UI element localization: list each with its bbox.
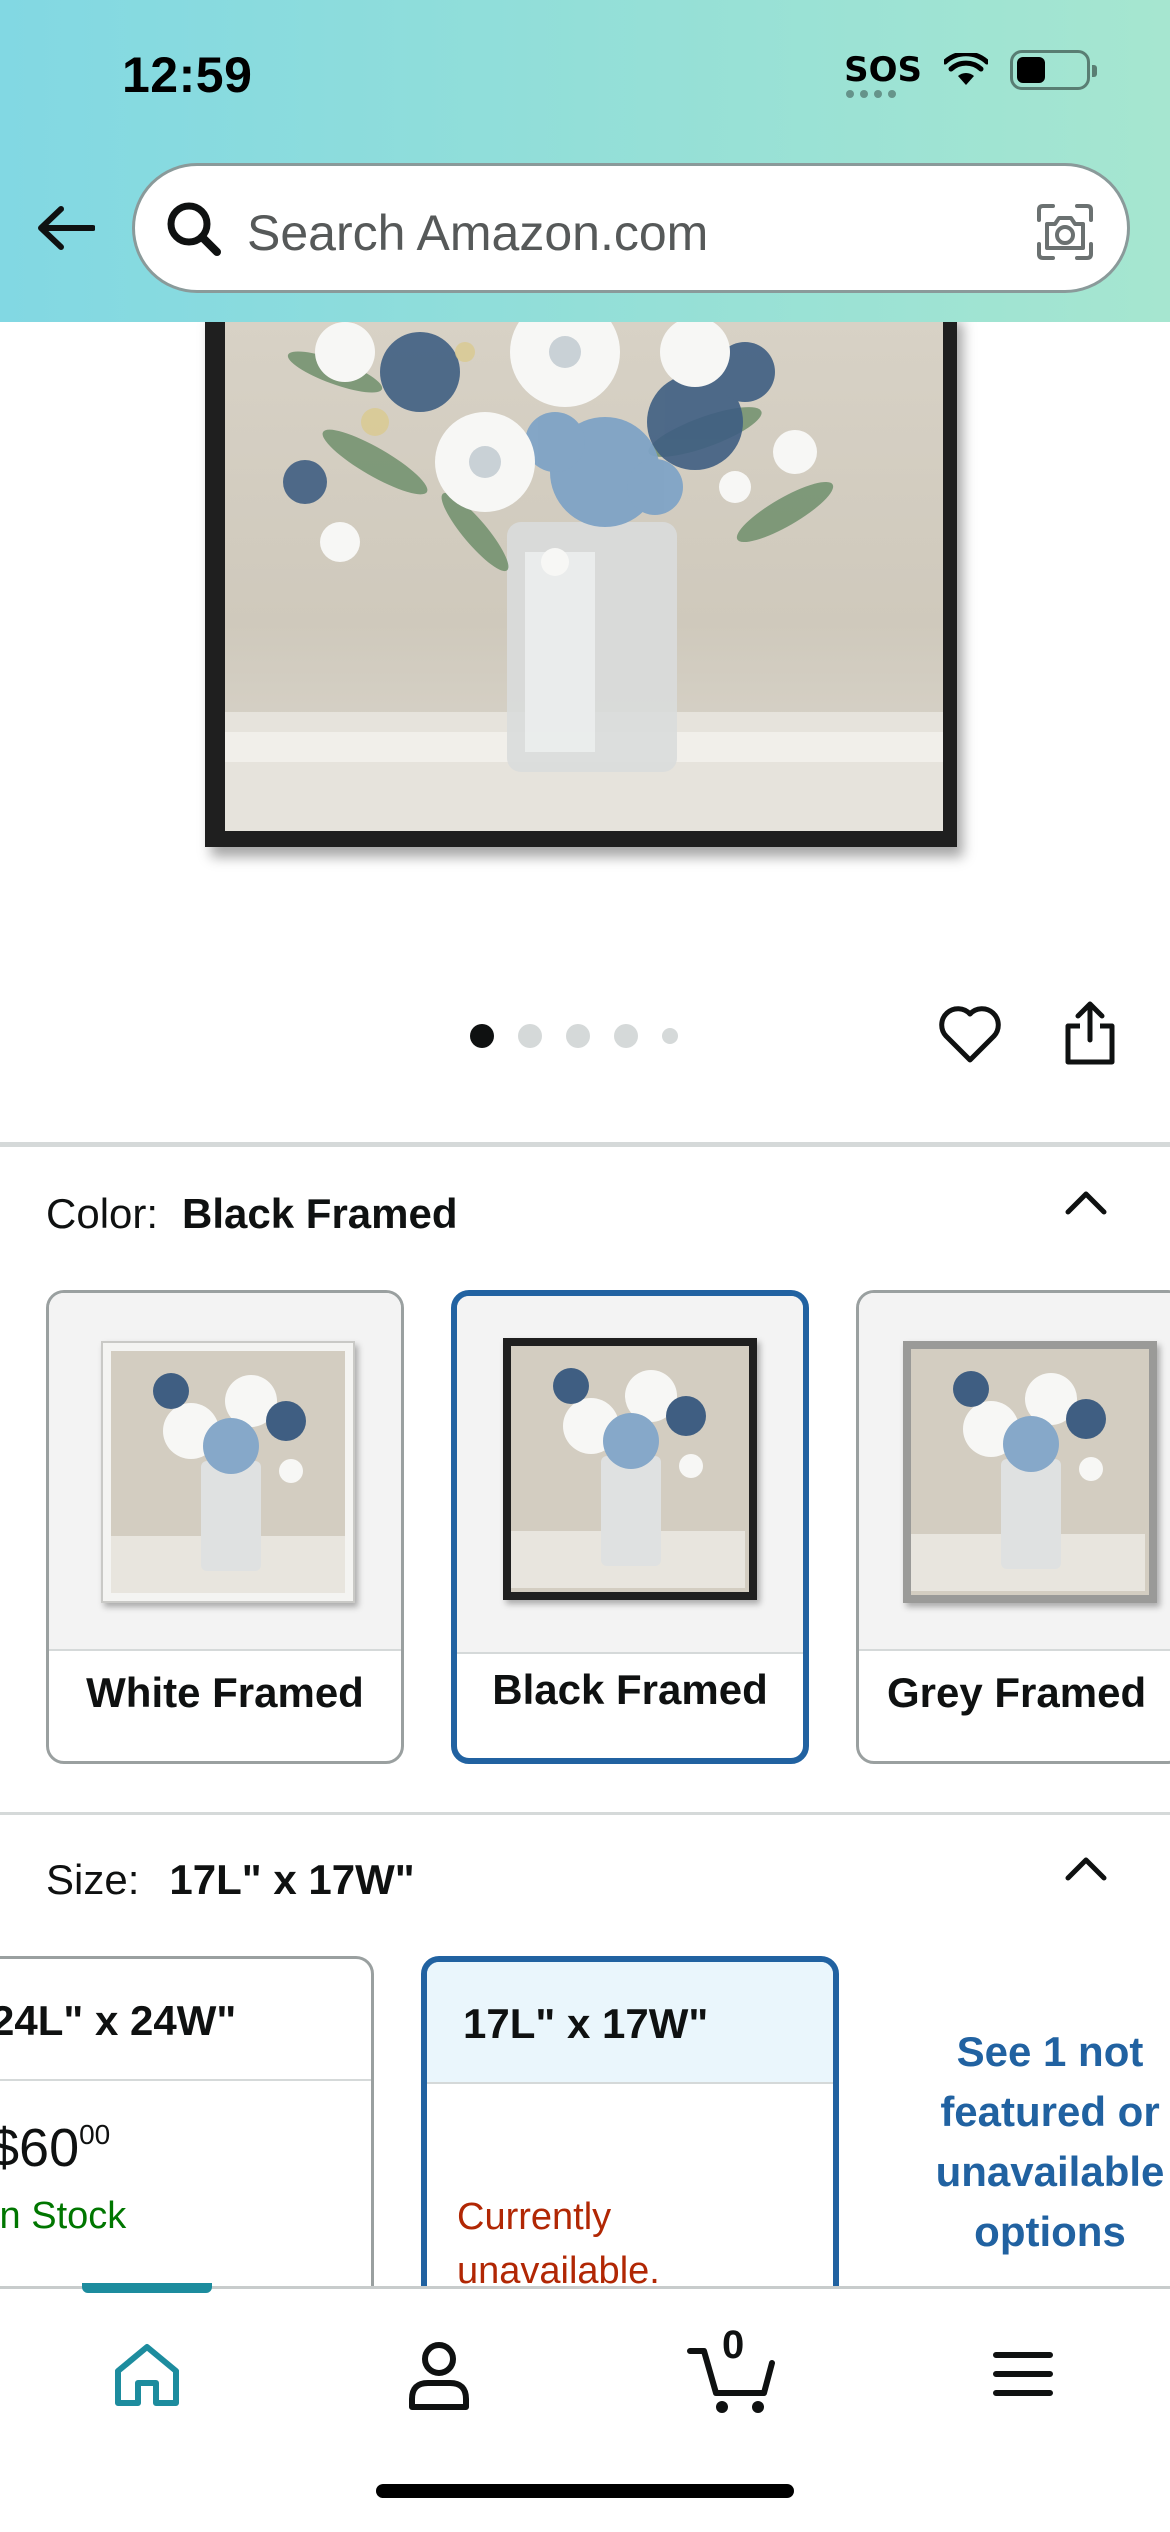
price-whole: $60 (0, 2118, 80, 2178)
size-option-price: $6000 (0, 2117, 110, 2179)
battery-icon (1010, 50, 1097, 90)
size-option-label: 17L" x 17W" (427, 1962, 833, 2084)
sos-indicator: SOS (844, 50, 922, 98)
section-divider (0, 1812, 1170, 1815)
price-fraction: 00 (79, 2119, 111, 2150)
color-option-grey-framed[interactable]: Grey Framed (856, 1290, 1170, 1764)
color-option-label: Grey Framed (887, 1669, 1147, 1716)
carousel-dot[interactable] (518, 1024, 542, 1048)
chevron-up-icon (1065, 1857, 1107, 1881)
search-placeholder: Search Amazon.com (247, 205, 709, 261)
share-button[interactable] (1062, 1000, 1126, 1070)
color-label: Color: (46, 1190, 159, 1237)
availability-unavailable: Currently unavailable. (457, 2196, 660, 2292)
wifi-icon (944, 53, 988, 85)
sos-label: SOS (844, 50, 922, 90)
color-selected-value: Black Framed (182, 1190, 458, 1237)
color-option-label: White Framed (86, 1669, 364, 1716)
grey-framed-thumbnail (903, 1341, 1157, 1603)
size-section-header: Size: 17L" x 17W" (46, 1856, 415, 1904)
section-divider (0, 1142, 1170, 1147)
status-time: 12:59 (122, 47, 253, 103)
carousel-dot[interactable] (614, 1024, 638, 1048)
carousel-dot[interactable] (470, 1024, 494, 1048)
nav-menu[interactable] (978, 2329, 1068, 2419)
color-option-white-framed[interactable]: White Framed (46, 1290, 404, 1764)
camera-search-icon[interactable] (1033, 200, 1097, 264)
framed-painting (205, 312, 957, 847)
white-framed-thumbnail (101, 1341, 355, 1603)
nav-cart[interactable]: 0 (684, 2323, 784, 2419)
product-image[interactable] (0, 312, 1170, 1002)
chevron-up-icon (1065, 1191, 1107, 1215)
black-framed-thumbnail (503, 1338, 757, 1600)
color-option-label: Black Framed (492, 1666, 768, 1713)
home-indicator (376, 2484, 794, 2498)
carousel-dot[interactable] (566, 1024, 590, 1048)
image-carousel-indicator (470, 1024, 678, 1048)
back-arrow-icon (38, 206, 95, 250)
nav-home[interactable] (102, 2329, 192, 2419)
status-indicators: SOS (844, 50, 1097, 98)
home-icon (115, 2344, 179, 2406)
add-to-list-button[interactable] (938, 1004, 1002, 1068)
collapse-size-button[interactable] (1062, 1850, 1110, 1886)
share-icon (1065, 1001, 1115, 1065)
carousel-dot[interactable] (662, 1028, 678, 1044)
heart-icon (939, 1006, 1001, 1063)
floral-painting-illustration (225, 312, 943, 831)
nav-account[interactable] (394, 2329, 484, 2419)
active-tab-indicator (82, 2283, 212, 2293)
collapse-color-button[interactable] (1062, 1184, 1110, 1220)
cart-count-badge: 0 (722, 2323, 745, 2367)
color-option-black-framed[interactable]: Black Framed (451, 1290, 809, 1764)
search-icon (161, 196, 231, 266)
size-option-label: 24L" x 24W" (0, 1959, 371, 2081)
size-label: Size: (46, 1856, 140, 1903)
back-button[interactable] (34, 196, 98, 260)
color-section-header: Color: Black Framed (46, 1190, 458, 1238)
person-icon (409, 2342, 469, 2410)
see-unavailable-options-link[interactable]: See 1 not featured or unavailable option… (900, 2022, 1170, 2262)
app-header: 12:59 SOS Search Amazon.com (0, 0, 1170, 322)
availability-in-stock: In Stock (0, 2195, 127, 2237)
hamburger-menu-icon (993, 2352, 1053, 2396)
search-input[interactable]: Search Amazon.com (132, 163, 1130, 293)
size-selected-value: 17L" x 17W" (169, 1856, 415, 1903)
